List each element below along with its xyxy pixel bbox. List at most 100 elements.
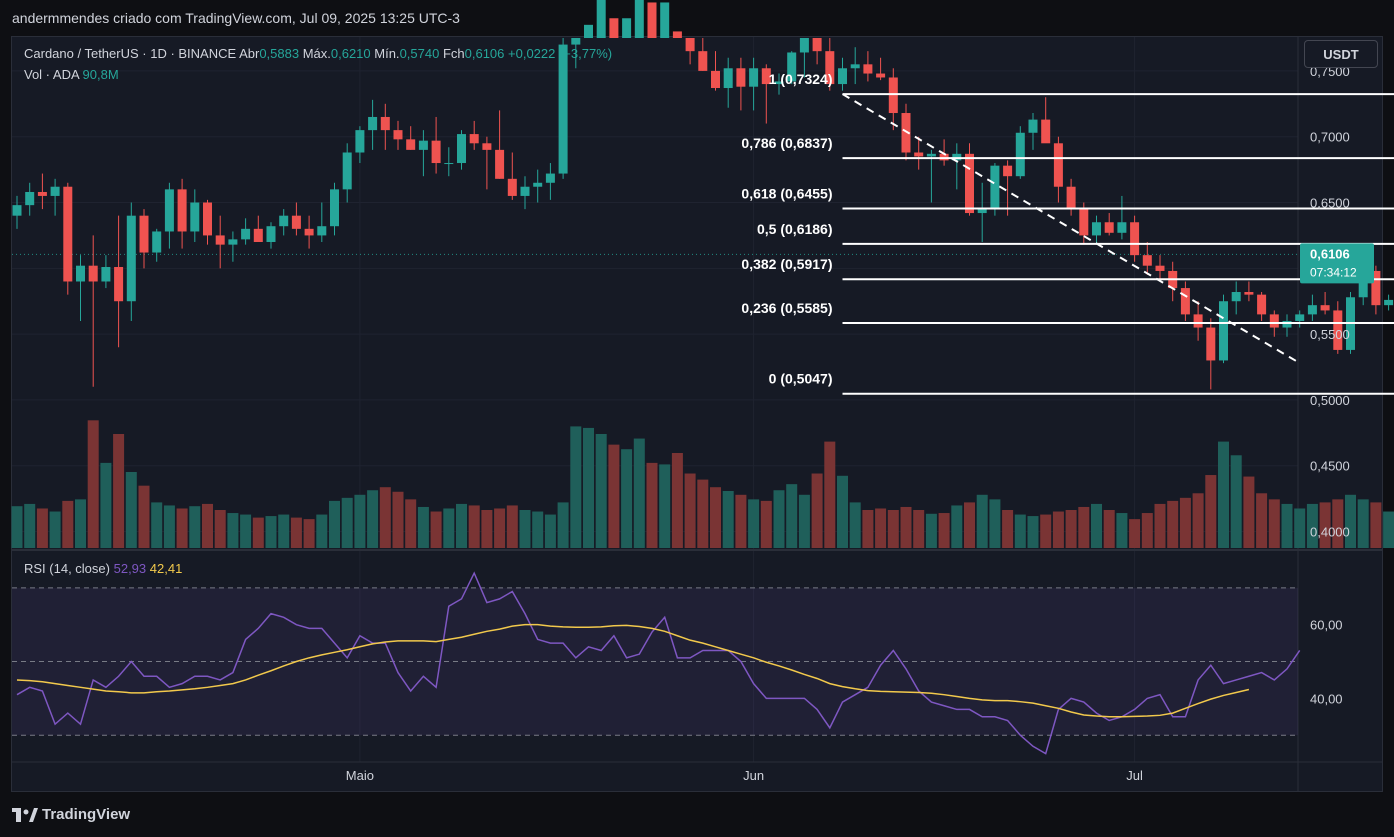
rsi-label: RSI (14, close) (24, 561, 110, 576)
volume-bar (964, 502, 975, 548)
volume-bar (1294, 508, 1306, 548)
volume-bar (1129, 519, 1141, 548)
volume-bar (456, 503, 467, 548)
volume-bar (329, 500, 340, 548)
candle-body (1117, 222, 1127, 233)
candle-body (1092, 222, 1101, 236)
candle-body (241, 228, 251, 240)
candle-body (190, 202, 200, 232)
volume-bar (1052, 511, 1064, 548)
candle-body (558, 44, 568, 174)
volume-bar (646, 462, 658, 548)
volume-bar (1383, 511, 1394, 548)
volume-bar (62, 500, 74, 548)
volume-label: Vol · ADA (24, 67, 79, 82)
volume-bar (1154, 503, 1166, 548)
volume-bar (1268, 499, 1280, 548)
volume-bar (1141, 513, 1153, 548)
candle-body (177, 189, 187, 232)
price-tick-label: 0,6500 (1310, 196, 1350, 211)
volume-bar (468, 505, 480, 548)
time-tick-label: Jun (743, 768, 764, 783)
volume-bar (176, 508, 188, 548)
candle-body (482, 143, 492, 150)
time-tick-label: Maio (346, 768, 374, 783)
volume-bar (786, 484, 798, 548)
volume-bar (633, 438, 645, 548)
rsi-ma-value: 42,41 (149, 561, 183, 576)
candle-body (279, 215, 289, 227)
volume-bar (659, 464, 671, 548)
volume-bar (544, 514, 556, 548)
time-tick-label: Jul (1126, 768, 1143, 783)
volume-bar (481, 510, 493, 548)
fib-level-label: 0,618 (0,6455) (741, 185, 832, 201)
candle-body (114, 267, 124, 302)
volume-bar (1218, 441, 1229, 548)
volume-bar (900, 506, 912, 548)
candle-body (1231, 292, 1241, 302)
volume-bar (405, 499, 417, 548)
volume-bar (1040, 514, 1052, 548)
volume-bar (735, 494, 747, 548)
candle-body (1295, 314, 1305, 321)
volume-bar (367, 490, 379, 548)
high-value: 0,6210 (330, 46, 371, 61)
volume-bar (1192, 493, 1204, 548)
rsi-tick-label: 60,00 (1310, 618, 1343, 633)
candle-body (799, 38, 809, 53)
volume-bar (1205, 475, 1217, 548)
candle-body (406, 139, 416, 150)
candle-body (304, 228, 314, 236)
candle-body (888, 77, 898, 114)
volume-bar (341, 497, 353, 548)
volume-bar (125, 472, 137, 548)
price-badge-price: 0,6106 (1310, 246, 1350, 261)
volume-bar (1345, 494, 1356, 548)
candle-body (711, 70, 720, 89)
volume-bar (443, 508, 455, 548)
candle-body (990, 165, 1000, 210)
footer-brand[interactable]: TradingView (12, 806, 130, 823)
candle-body (914, 152, 924, 157)
candle-body (495, 149, 505, 179)
volume-bar (1002, 510, 1014, 548)
volume-bar (989, 499, 1001, 548)
candle-body (355, 130, 365, 153)
volume-bar (290, 517, 302, 548)
candle-body (228, 239, 238, 245)
candle-body (291, 215, 301, 229)
footer-brand-label: TradingView (42, 806, 131, 823)
candle-body (736, 68, 746, 87)
volume-bar (1243, 476, 1255, 548)
rsi-pane (12, 571, 1301, 755)
price-chart[interactable]: 1 (0,7324) 0,786 (0,6837) 0,618 (0,6455) 0,… (0, 0, 1394, 837)
volume-bar (354, 494, 366, 548)
fib-level-label: 0 (0,5047) (769, 371, 833, 387)
candle-body (266, 226, 276, 242)
open-label: Abr (239, 46, 260, 61)
fib-level-label: 1 (0,7324) (769, 71, 833, 87)
volume-bar (519, 510, 531, 548)
volume-bar (1116, 513, 1128, 548)
candle-body (25, 191, 35, 206)
candle-body (76, 265, 85, 282)
volume-bar (1027, 516, 1039, 548)
candle-body (126, 215, 136, 302)
currency-button[interactable]: USDT (1304, 40, 1378, 68)
candle-body (1053, 143, 1063, 187)
volume-bar (430, 511, 442, 548)
volume-bar (138, 485, 150, 548)
candle-body (1384, 299, 1394, 306)
candle-body (203, 202, 212, 236)
candle-body (37, 191, 47, 196)
symbol-legend: Cardano / TetherUS · 1D · BINANCE Abr0,5… (24, 46, 612, 61)
volume-bars (11, 420, 1394, 548)
low-value: 0,5740 (399, 46, 440, 61)
volume-bar (1091, 503, 1102, 548)
volume-bar (621, 449, 633, 548)
candle-body (12, 205, 22, 216)
candle-body (685, 38, 695, 52)
candle-body (1079, 209, 1089, 236)
low-label: Mín. (374, 46, 400, 61)
